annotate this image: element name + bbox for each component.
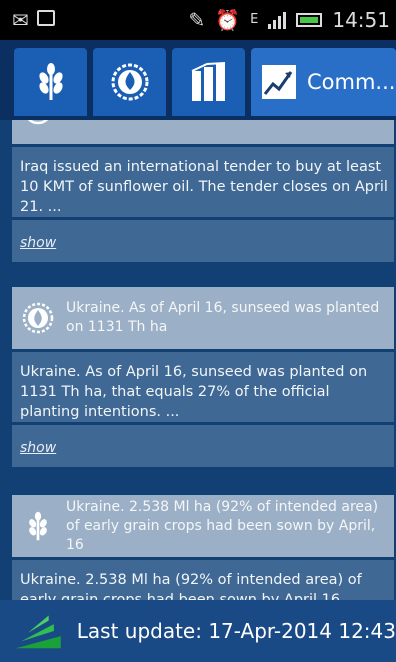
status-time: 14:51 (332, 8, 390, 32)
news-body[interactable]: Ukraine. As of April 16, sunseed was pla… (12, 352, 394, 422)
signal-icon (268, 11, 287, 29)
news-body-text: Ukraine. As of April 16, sunseed was pla… (20, 364, 368, 420)
vibrate-icon: ✎ (188, 8, 206, 32)
tab-commodities-label: Comm... (307, 70, 396, 94)
show-link[interactable]: show (20, 440, 56, 456)
news-body[interactable]: Iraq issued an international tender to b… (12, 147, 394, 217)
alarm-icon: ⏰ (215, 8, 241, 32)
wheat-icon (29, 511, 47, 541)
news-header[interactable] (12, 120, 394, 144)
news-feed[interactable]: Iraq issued an international tender to b… (0, 120, 396, 600)
app-logo-icon (16, 615, 61, 649)
news-body-text: Iraq issued an international tender to b… (20, 159, 388, 215)
chart-icon (262, 65, 296, 99)
tab-oilseeds[interactable] (93, 48, 166, 116)
news-body[interactable]: Ukraine. 2.538 Ml ha (92% of intended ar… (12, 560, 394, 600)
show-link[interactable]: show (20, 235, 56, 251)
battery-icon (296, 13, 323, 27)
tab-bar: Comm... (0, 40, 396, 120)
news-body-text: Ukraine. 2.538 Ml ha (92% of intended ar… (20, 572, 362, 600)
wheat-icon (38, 63, 63, 100)
news-header-text: Ukraine. As of April 16, sunseed was pla… (66, 300, 380, 335)
silo-icon (191, 62, 225, 101)
status-bar: ✉ ✎ ⏰ E 14:51 (0, 0, 396, 40)
tab-commodities[interactable]: Comm... (251, 48, 396, 116)
news-header[interactable]: Ukraine. As of April 16, sunseed was pla… (12, 287, 394, 349)
sunflower-icon (22, 302, 54, 334)
news-header[interactable]: Ukraine. 2.538 Ml ha (92% of intended ar… (12, 495, 394, 557)
show-row: show (12, 425, 394, 467)
news-header-text: Ukraine. 2.538 Ml ha (92% of intended ar… (66, 498, 379, 553)
gallery-icon (36, 10, 55, 26)
footer: Last update: 17-Apr-2014 12:43 (0, 600, 396, 662)
show-row: show (12, 220, 394, 262)
sunflower-icon (111, 63, 148, 101)
sunflower-icon (27, 120, 49, 125)
message-icon: ✉ (12, 8, 29, 32)
network-type: E (250, 12, 259, 27)
tab-storage[interactable] (172, 48, 245, 116)
last-update-text: Last update: 17-Apr-2014 12:43 (76, 619, 396, 643)
tab-grain[interactable] (14, 48, 87, 116)
